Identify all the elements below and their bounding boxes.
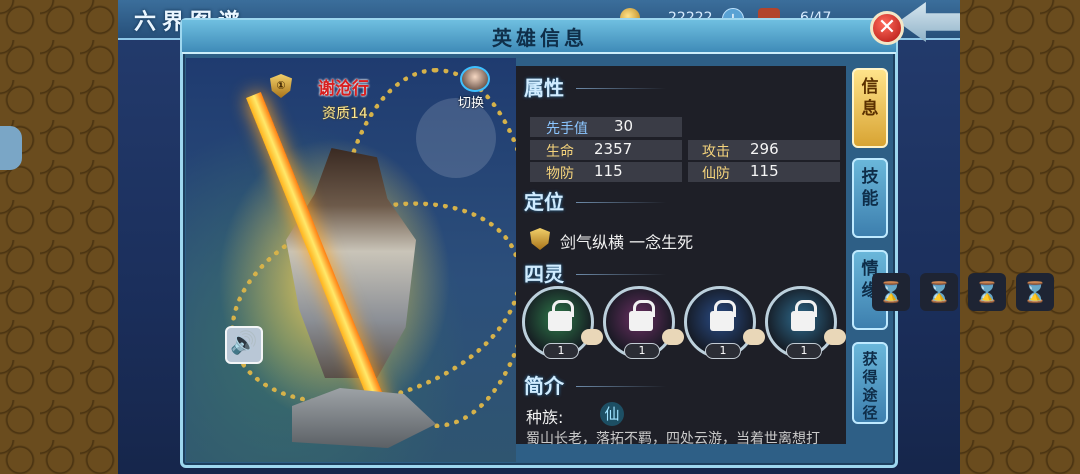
tab-skills[interactable]: 技能 [852,158,888,238]
lock-icon [548,300,574,331]
tab-info-label: 信息 [861,77,879,119]
hero-bio: 蜀山长老，落拓不羁，四处云游，当着世离想打 [526,431,820,447]
spirits-title: 四灵 [524,262,564,286]
tab-obtain[interactable]: 获得途径 [852,342,888,424]
race-label: 种族: [526,408,564,427]
pdef-label: 物防 [546,166,574,182]
spirit-slot[interactable]: 1 [684,286,765,359]
spirit-count: 1 [786,343,822,359]
lock-icon [629,300,655,331]
switch-hero-icon[interactable] [460,66,490,92]
hourglass-icon[interactable]: ⌛ [872,273,910,311]
tab-skills-label: 技能 [861,167,879,209]
mdef-label: 仙防 [702,166,730,182]
spirit-slot[interactable]: 1 [522,286,603,359]
divider [576,386,666,387]
cloud-icon [824,329,846,345]
divider [576,88,666,89]
role-description: 剑气纵横 一念生死 [560,233,694,252]
spirit-slot[interactable]: 1 [765,286,846,359]
spirit-count: 1 [624,343,660,359]
hourglass-icon[interactable]: ⌛ [920,273,958,311]
hp-label: 生命 [546,144,574,160]
race-value: 仙 [600,402,624,426]
attributes-title: 属性 [524,76,564,100]
hourglass-icon[interactable]: ⌛ [968,273,1006,311]
lock-icon [791,300,817,331]
initiative-label: 先手值 [546,121,588,137]
cloud-icon [743,329,765,345]
spirit-count: 1 [705,343,741,359]
cloud-icon [581,329,603,345]
attack-label: 攻击 [702,144,730,160]
mdef-value: 115 [750,162,779,180]
initiative-value: 30 [614,117,634,135]
hp-value: 2357 [594,140,633,158]
hourglass-icon[interactable]: ⌛ [1016,273,1054,311]
side-drawer-tab[interactable] [0,126,22,170]
spirit-count: 1 [543,343,579,359]
lock-icon [710,300,736,331]
hero-name: 谢沧行 [318,79,369,99]
tab-obtain-label: 获得途径 [862,350,878,422]
close-button[interactable]: ✕ [870,11,904,45]
panel-title: 英雄信息 [492,26,588,50]
role-title: 定位 [524,190,564,214]
switch-hero-label[interactable]: 切换 [458,92,484,111]
attack-value: 296 [750,140,779,158]
divider [576,274,666,275]
speaker-icon[interactable]: 🔊 [225,326,263,364]
hero-quality: 资质14 [322,106,368,122]
spirit-slot[interactable]: 1 [603,286,684,359]
cloud-icon [662,329,684,345]
intro-title: 简介 [524,374,564,398]
pdef-value: 115 [594,162,623,180]
tab-info[interactable]: 信息 [852,68,888,148]
divider [576,202,666,203]
